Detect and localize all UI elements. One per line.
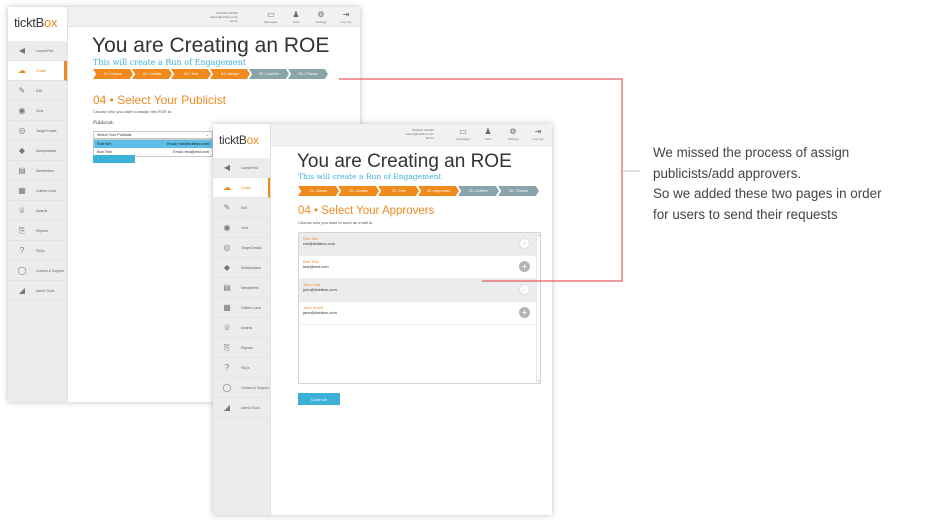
annotation-line-2: publicists/add approvers.	[653, 165, 802, 181]
annotation-connector	[339, 78, 640, 282]
annotation-line-1: We missed the process of assign	[653, 145, 850, 160]
annotation-line-4: for users to send their requests	[653, 206, 838, 222]
connector-line	[339, 78, 623, 282]
annotation-note: We missed the process of assign publicis…	[653, 143, 949, 225]
annotation-line-3: So we added these two pages in order	[653, 186, 882, 201]
